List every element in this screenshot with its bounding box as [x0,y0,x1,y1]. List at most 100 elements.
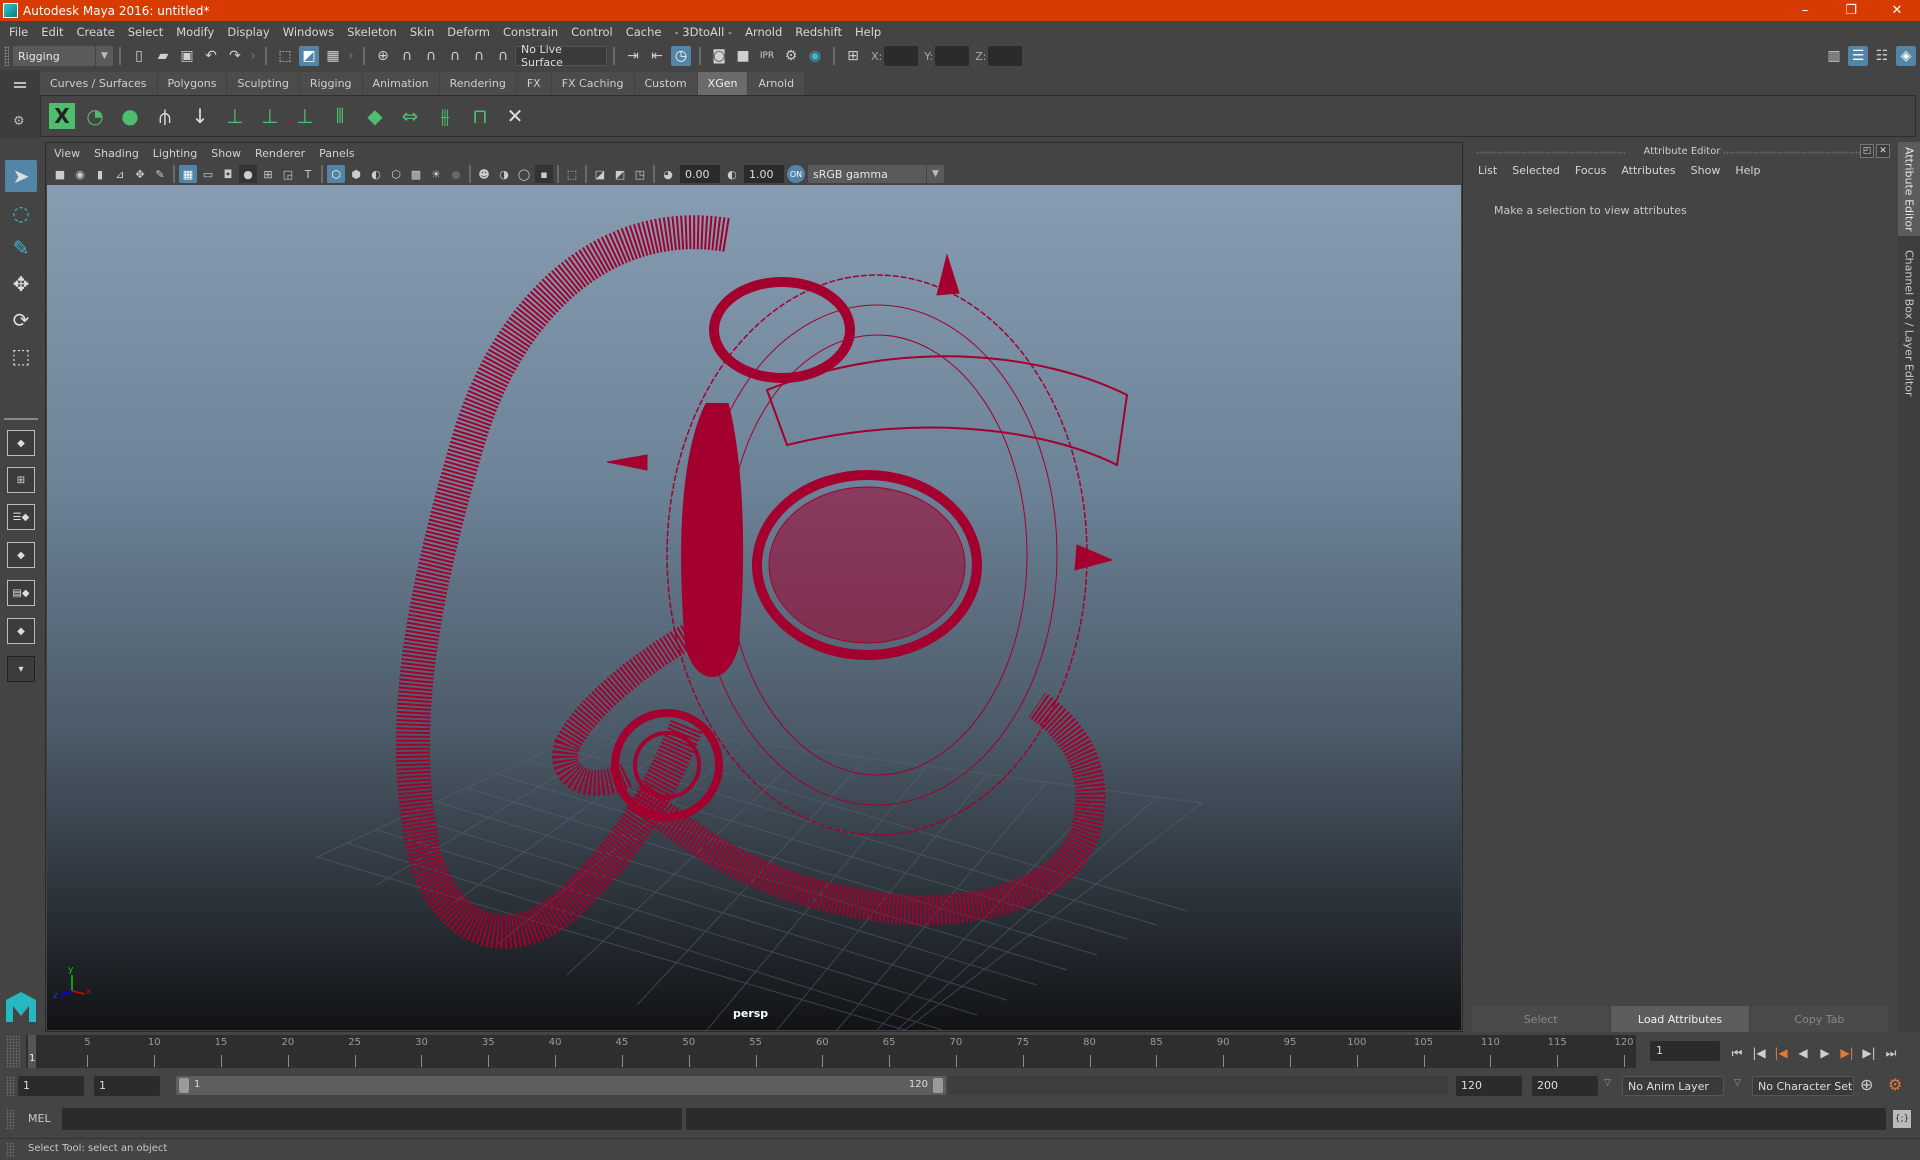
guide-bend-icon[interactable]: ⫴ [325,100,355,132]
collapse-arrow-icon[interactable]: › [347,46,355,66]
play-backwards-button[interactable]: ◀ [1792,1043,1814,1063]
shelf-tab-xgen[interactable]: XGen [697,72,748,95]
input-operations-icon[interactable]: ⇥ [623,46,643,66]
anim-layer-dropdown[interactable]: No Anim Layer [1622,1076,1724,1096]
add-guide-icon[interactable]: ⫛ [150,100,180,132]
guide-origin-icon[interactable]: ⊥ [255,100,285,132]
xgen-editor-icon[interactable]: X [49,103,75,129]
menu-display[interactable]: Display [227,25,269,39]
range-end-handle[interactable] [933,1078,943,1093]
menu-windows[interactable]: Windows [283,25,334,39]
modeling-toolkit-icon[interactable]: ▥ [1824,46,1844,66]
restore-button[interactable]: ❐ [1828,0,1874,21]
lasso-tool-icon[interactable]: ◌ [5,197,37,229]
load-attributes-button[interactable]: Load Attributes [1611,1006,1749,1032]
menu-help[interactable]: Help [855,25,881,39]
shelf-tab-rendering[interactable]: Rendering [439,72,516,95]
xgen-preview-icon[interactable]: ◔ [80,100,110,132]
animation-end-input[interactable]: 200 [1532,1076,1598,1096]
animation-preferences-icon[interactable]: ⚙ [1888,1075,1902,1094]
viewport-3d-canvas[interactable]: y x z persp [47,185,1461,1030]
move-tool-icon[interactable]: ✥ [5,268,37,300]
xray-joints-icon[interactable]: ◳ [631,165,649,183]
guide-grid-icon[interactable]: ◆ [360,100,390,132]
character-set-dropdown-arrow-icon[interactable]: ▽ [1734,1078,1741,1088]
gamma-input[interactable]: 1.00 [744,165,784,183]
play-forwards-button[interactable]: ▶ [1814,1043,1836,1063]
collapse-arrow-icon[interactable]: › [249,46,257,66]
safe-action-icon[interactable]: ◲ [279,165,297,183]
ae-select-button[interactable]: Select [1472,1006,1610,1032]
anim-layer-dropdown-arrow-icon[interactable]: ▽ [1604,1078,1611,1088]
wireframe-icon[interactable]: ⬡ [327,165,345,183]
step-back-key-button[interactable]: |◀ [1770,1043,1792,1063]
coord-x-input[interactable] [884,46,919,66]
hypershade-icon[interactable]: ◉ [805,46,825,66]
new-scene-icon[interactable]: ▯ [129,46,149,66]
persp-graph-layout-button[interactable]: ◆ [7,542,35,568]
menu-skeleton[interactable]: Skeleton [347,25,397,39]
minimize-button[interactable]: – [1782,0,1828,21]
viewport-menu-lighting[interactable]: Lighting [153,147,197,160]
shelf-tab-custom[interactable]: Custom [634,72,697,95]
xray-icon[interactable]: ◪ [591,165,609,183]
attribute-editor-toggle-icon[interactable]: ☰ [1848,46,1868,66]
delete-guide-icon[interactable]: ✕ [500,100,530,132]
ae-menu-attributes[interactable]: Attributes [1621,164,1675,177]
shelf-tab-curves-surfaces[interactable]: Curves / Surfaces [40,72,157,95]
snap-to-view-plane-icon[interactable]: ∩ [469,46,489,66]
menu-skin[interactable]: Skin [410,25,434,39]
gamma-icon[interactable]: ◐ [723,165,741,183]
single-perspective-layout-button[interactable]: ◆ [7,430,35,456]
channel-box-toggle-icon[interactable]: ◈ [1896,46,1916,66]
bookmark-icon[interactable]: ▮ [91,165,109,183]
step-forward-key-button[interactable]: ▶| [1836,1043,1858,1063]
output-operations-icon[interactable]: ⇤ [647,46,667,66]
playback-end-input[interactable]: 120 [1456,1076,1522,1096]
range-start-handle[interactable] [179,1078,189,1093]
script-editor-icon[interactable]: {;} [1893,1110,1911,1128]
go-to-start-button[interactable]: ⏮ [1726,1043,1748,1063]
ae-menu-focus[interactable]: Focus [1575,164,1606,177]
save-scene-icon[interactable]: ▣ [177,46,197,66]
undo-icon[interactable]: ↶ [201,46,221,66]
shelf-tab-fx[interactable]: FX [516,72,551,95]
construction-history-icon[interactable]: ◷ [671,46,691,66]
viewport-menu-shading[interactable]: Shading [94,147,139,160]
auto-key-icon[interactable]: ⊕ [1860,1075,1873,1094]
shelf-menu-icon[interactable] [14,82,26,88]
menu-create[interactable]: Create [77,25,115,39]
persp-outliner-graph-layout-button[interactable]: ◆ [7,618,35,644]
time-slider[interactable]: 1 5 10 15 20 25 30 35 40 45 50 55 60 65 70 75 80 85 90 95 1… [26,1035,1636,1068]
range-slider[interactable]: 1 120 [176,1076,946,1095]
textured-icon[interactable]: ▩ [407,165,425,183]
xgen-clear-icon[interactable]: ● [115,100,145,132]
close-button[interactable]: ✕ [1874,0,1920,21]
add-guide-plus-icon[interactable]: ⊥ [220,100,250,132]
lock-guide-icon[interactable]: ⊥ [290,100,320,132]
shelf-tab-animation[interactable]: Animation [362,72,439,95]
layout-more-button[interactable]: ▾ [7,656,35,682]
shelf-tab-sculpting[interactable]: Sculpting [227,72,299,95]
make-live-icon[interactable]: ∩ [493,46,513,66]
snap-to-grid-icon[interactable]: ⊕ [373,46,393,66]
gate-mask-icon[interactable]: ● [239,165,257,183]
outliner-persp-layout-button[interactable]: ☰◆ [7,504,35,530]
screen-space-ao-icon[interactable]: ☻ [475,165,493,183]
render-current-frame-icon[interactable]: ■ [733,46,753,66]
tab-attribute-editor[interactable]: Attribute Editor [1898,142,1920,236]
copy-tab-button[interactable]: Copy Tab [1750,1006,1888,1032]
menu-file[interactable]: File [9,25,28,39]
field-chart-icon[interactable]: ⊞ [259,165,277,183]
playback-start-input[interactable]: 1 [94,1076,160,1096]
close-panel-icon[interactable]: ✕ [1876,144,1890,158]
viewport-menu-show[interactable]: Show [211,147,241,160]
toolbar-grip[interactable] [4,46,9,66]
grease-pencil-icon[interactable]: ✎ [151,165,169,183]
exposure-icon[interactable]: ◕ [659,165,677,183]
grid-toggle-icon[interactable]: ▦ [179,165,197,183]
select-tool-icon[interactable]: ➤ [5,160,37,192]
timeslider-grip[interactable] [6,1035,20,1068]
paint-select-tool-icon[interactable]: ✎ [5,232,37,264]
viewport-menu-renderer[interactable]: Renderer [255,147,305,160]
